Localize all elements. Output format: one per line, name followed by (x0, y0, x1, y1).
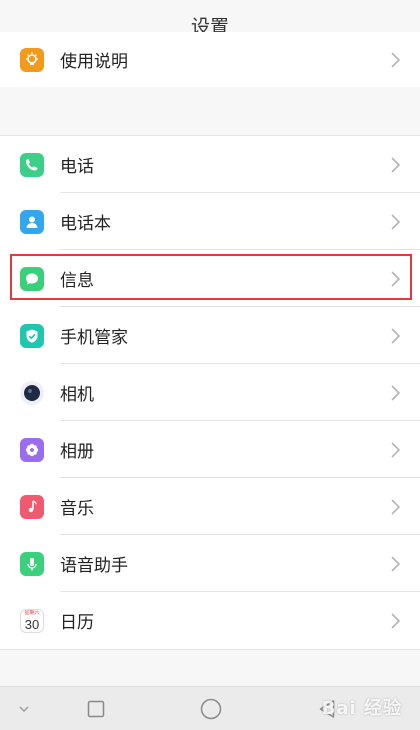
shield-icon (20, 323, 44, 348)
settings-group-top: 使用说明 (0, 32, 420, 87)
chevron-right-icon (391, 555, 401, 572)
settings-item-label: 信息 (60, 271, 94, 291)
chevron-right-icon (391, 270, 401, 287)
watermark: Bai 经验 (321, 698, 402, 719)
settings-group-apps: 电话 电话本 信息 手机管家 相机 相册 音乐 语音助手 星期六 30 日历 (0, 135, 420, 650)
settings-item-phone[interactable]: 电话 (0, 136, 420, 193)
navigation-bar: Bai 经验 (0, 686, 420, 730)
chevron-right-icon (391, 498, 401, 515)
settings-item-label: 电话本 (60, 214, 111, 234)
home-button[interactable] (200, 698, 222, 720)
settings-item-manual[interactable]: 使用说明 (0, 32, 420, 87)
settings-item-label: 手机管家 (60, 328, 128, 348)
chevron-right-icon (391, 51, 401, 68)
settings-item-label: 使用说明 (60, 52, 128, 72)
settings-item-contacts[interactable]: 电话本 (0, 193, 420, 250)
chevron-right-icon (391, 213, 401, 230)
chevron-right-icon (391, 327, 401, 344)
settings-item-label: 日历 (60, 613, 94, 633)
message-icon (20, 266, 44, 291)
phone-icon (20, 152, 44, 177)
settings-item-messages[interactable]: 信息 (0, 250, 420, 307)
settings-item-label: 相册 (60, 442, 94, 462)
calendar-weekday: 星期六 (24, 609, 40, 616)
settings-item-album[interactable]: 相册 (0, 421, 420, 478)
settings-item-calendar[interactable]: 星期六 30 日历 (0, 592, 420, 649)
camera-icon (20, 380, 44, 405)
album-icon (20, 437, 44, 462)
contacts-icon (20, 209, 44, 234)
music-icon (20, 494, 44, 519)
settings-item-camera[interactable]: 相机 (0, 364, 420, 421)
microphone-icon (20, 551, 44, 576)
chevron-right-icon (391, 156, 401, 173)
chevron-down-icon[interactable] (18, 705, 30, 713)
settings-item-music[interactable]: 音乐 (0, 478, 420, 535)
calendar-day: 30 (24, 616, 40, 632)
chevron-right-icon (391, 612, 401, 629)
recent-apps-button[interactable] (87, 700, 105, 718)
settings-item-label: 语音助手 (60, 556, 128, 576)
lightbulb-icon (20, 47, 44, 72)
chevron-right-icon (391, 384, 401, 401)
settings-item-voice-assistant[interactable]: 语音助手 (0, 535, 420, 592)
settings-item-label: 相机 (60, 385, 94, 405)
settings-item-label: 音乐 (60, 499, 94, 519)
calendar-icon: 星期六 30 (20, 608, 44, 633)
settings-item-phone-manager[interactable]: 手机管家 (0, 307, 420, 364)
settings-item-label: 电话 (60, 157, 94, 177)
chevron-right-icon (391, 441, 401, 458)
